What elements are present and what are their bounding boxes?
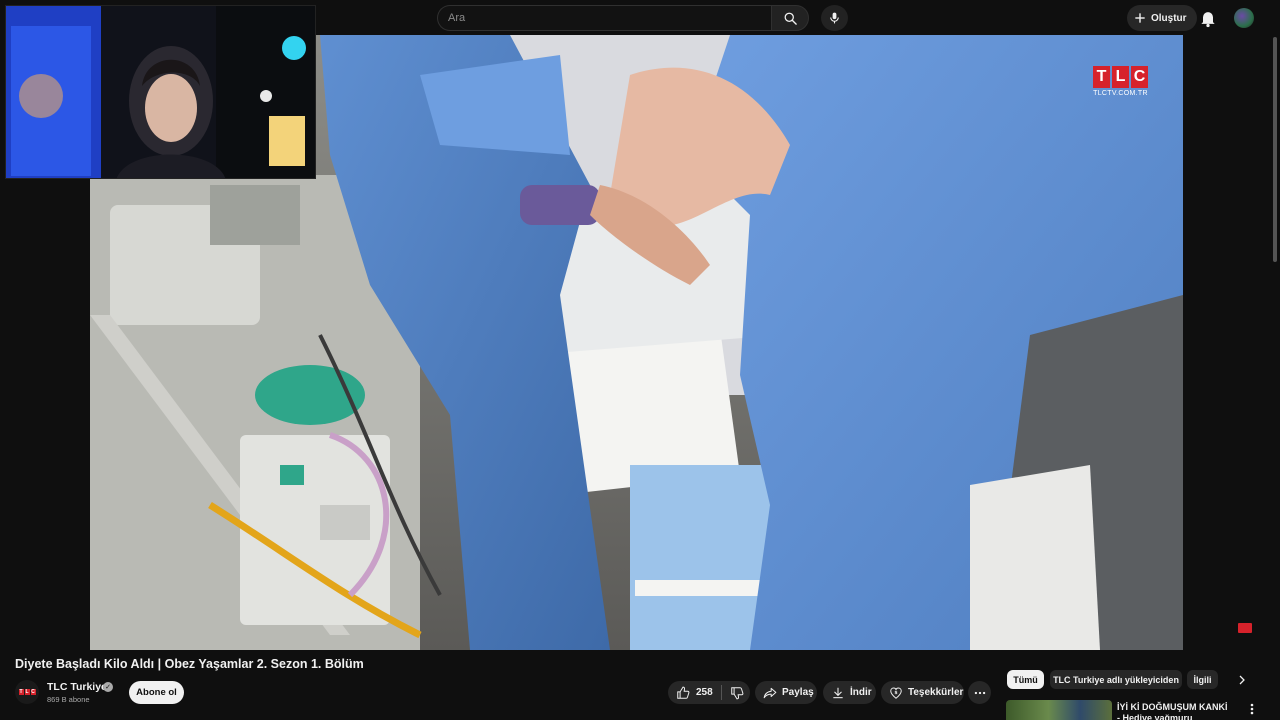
like-count: 258 <box>696 687 713 698</box>
more-actions-button[interactable] <box>968 681 991 704</box>
chip-from-uploader[interactable]: TLC Turkiye adlı yükleyiciden <box>1050 670 1182 689</box>
dislike-icon <box>730 686 744 699</box>
tlc-corner-logo <box>1238 623 1252 633</box>
share-icon <box>763 687 777 698</box>
search-button[interactable] <box>771 5 809 31</box>
verified-icon: ✓ <box>103 682 113 692</box>
recommended-video-thumbnail[interactable] <box>1006 700 1112 720</box>
recommended-video-title[interactable]: İYİ Kİ DOĞMUŞUM KANKİ - Hediye yağmuru <box>1117 702 1232 720</box>
voice-search-button[interactable] <box>821 5 848 31</box>
chevron-right-icon <box>1239 675 1245 684</box>
bell-icon[interactable] <box>1198 8 1218 28</box>
search-box <box>437 5 809 31</box>
search-icon <box>784 12 797 25</box>
page-scrollbar[interactable] <box>1273 37 1277 262</box>
video-title: Diyete Başladı Kilo Aldı | Obez Yaşamlar… <box>15 657 364 671</box>
create-label: Oluştur <box>1151 12 1187 24</box>
like-button[interactable]: 258 <box>668 681 713 704</box>
thanks-label: Teşekkürler <box>908 687 964 698</box>
share-button[interactable]: Paylaş <box>755 681 817 704</box>
kebab-icon <box>1250 703 1254 715</box>
download-button[interactable]: İndir <box>823 681 876 704</box>
create-button[interactable]: Oluştur <box>1127 5 1197 31</box>
more-icon <box>974 691 985 694</box>
thanks-icon: $ <box>890 687 902 699</box>
like-dislike-group: 258 <box>668 681 750 704</box>
channel-logo: TLC <box>18 689 36 695</box>
channel-name[interactable]: TLC Turkiye <box>47 681 107 693</box>
chips-next-button[interactable] <box>1232 670 1252 689</box>
watermark-url: TLCTV.COM.TR <box>1093 90 1148 97</box>
subscriber-count: 869 B abone <box>47 695 90 704</box>
chip-all[interactable]: Tümü <box>1007 670 1044 689</box>
tlc-watermark-logo: TLC TLCTV.COM.TR <box>1093 66 1148 97</box>
channel-avatar[interactable]: TLC <box>15 680 39 704</box>
subscribe-button[interactable]: Abone ol <box>129 681 184 704</box>
account-avatar[interactable] <box>1234 8 1254 28</box>
download-label: İndir <box>850 687 872 698</box>
webcam-frame <box>6 6 315 178</box>
download-icon <box>833 687 843 698</box>
dislike-button[interactable] <box>722 681 744 704</box>
plus-icon <box>1135 13 1145 23</box>
svg-text:$: $ <box>894 690 897 696</box>
thanks-button[interactable]: $ Teşekkürler <box>881 681 964 704</box>
chip-related[interactable]: İlgili <box>1187 670 1218 689</box>
recommended-video-menu[interactable] <box>1246 702 1258 716</box>
like-icon <box>677 686 690 699</box>
tlc-logo-mark: TLC <box>1093 66 1148 88</box>
search-input[interactable] <box>437 5 771 31</box>
webcam-overlay <box>5 5 316 179</box>
share-label: Paylaş <box>782 687 814 698</box>
mic-icon <box>830 12 839 24</box>
